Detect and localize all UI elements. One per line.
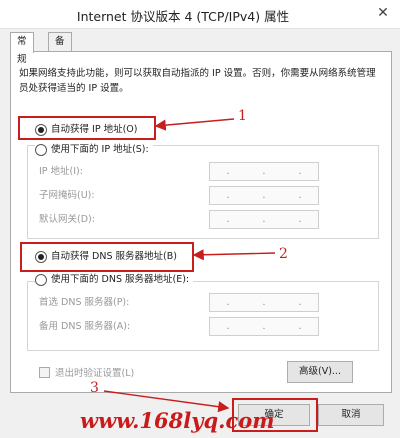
site-watermark: www.168lyq.com bbox=[80, 408, 275, 433]
annotation-arrow-2 bbox=[192, 249, 276, 261]
annotation-number-2: 2 bbox=[279, 246, 288, 262]
annotation-number-3: 3 bbox=[90, 380, 99, 396]
annotation-arrow-3 bbox=[103, 390, 230, 413]
annotation-arrow-1 bbox=[154, 118, 235, 131]
tab-general[interactable]: 常规 bbox=[10, 32, 34, 65]
annotation-arrows bbox=[103, 118, 276, 413]
annotation-number-1: 1 bbox=[238, 108, 247, 124]
